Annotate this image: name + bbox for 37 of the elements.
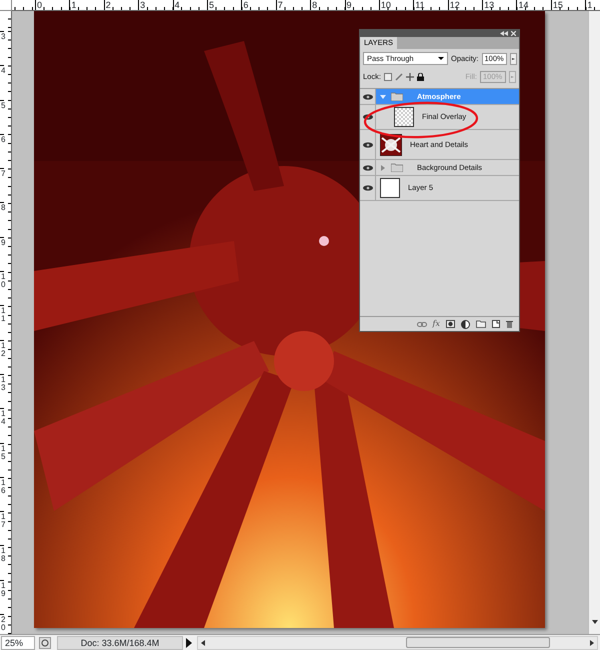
ruler-label: 0: [35, 0, 70, 10]
ruler-label: 19: [0, 580, 4, 614]
ruler-label: 1: [585, 0, 600, 10]
ruler-label: 6: [241, 0, 276, 10]
ruler-label: 12: [0, 340, 4, 374]
ruler-label: 5: [0, 100, 4, 134]
ruler-label: 3: [138, 0, 173, 10]
ruler-label: 14: [0, 408, 4, 443]
ruler-label: 12: [448, 0, 482, 10]
ruler-label: 17: [0, 511, 4, 546]
ruler-label: 14: [516, 0, 551, 10]
ruler-label: 9: [344, 0, 379, 10]
ruler-label: 7: [0, 168, 4, 202]
ruler-label: 18: [0, 545, 4, 580]
ruler-label: 5: [206, 0, 242, 10]
zoom-field[interactable]: 25%: [1, 636, 35, 650]
effects-button[interactable]: fx: [432, 318, 440, 330]
document-size: Doc: 33.6M/168.4M: [57, 636, 183, 650]
ruler-label: 6: [0, 134, 4, 168]
ruler-label: 10: [0, 271, 4, 306]
ruler-label: 15: [550, 0, 586, 10]
ruler-label: 8: [0, 202, 4, 237]
ruler-label: 10: [378, 0, 414, 10]
ruler-label: 13: [0, 374, 4, 408]
ruler-label: 7: [276, 0, 310, 10]
ruler-label: 16: [0, 476, 4, 512]
ruler-label: 4: [0, 65, 4, 100]
ruler-label: 11: [413, 0, 448, 10]
ruler-label: 1: [69, 0, 104, 10]
ruler-label: 3: [0, 31, 4, 66]
ruler-label: 15: [0, 442, 4, 477]
ruler-label: 9: [0, 236, 4, 272]
ruler-label: 8: [310, 0, 345, 10]
ruler-label: 13: [482, 0, 516, 10]
ruler-label: 4: [172, 0, 207, 10]
ruler-label: 2: [104, 0, 138, 10]
ruler-label: 11: [0, 305, 4, 340]
